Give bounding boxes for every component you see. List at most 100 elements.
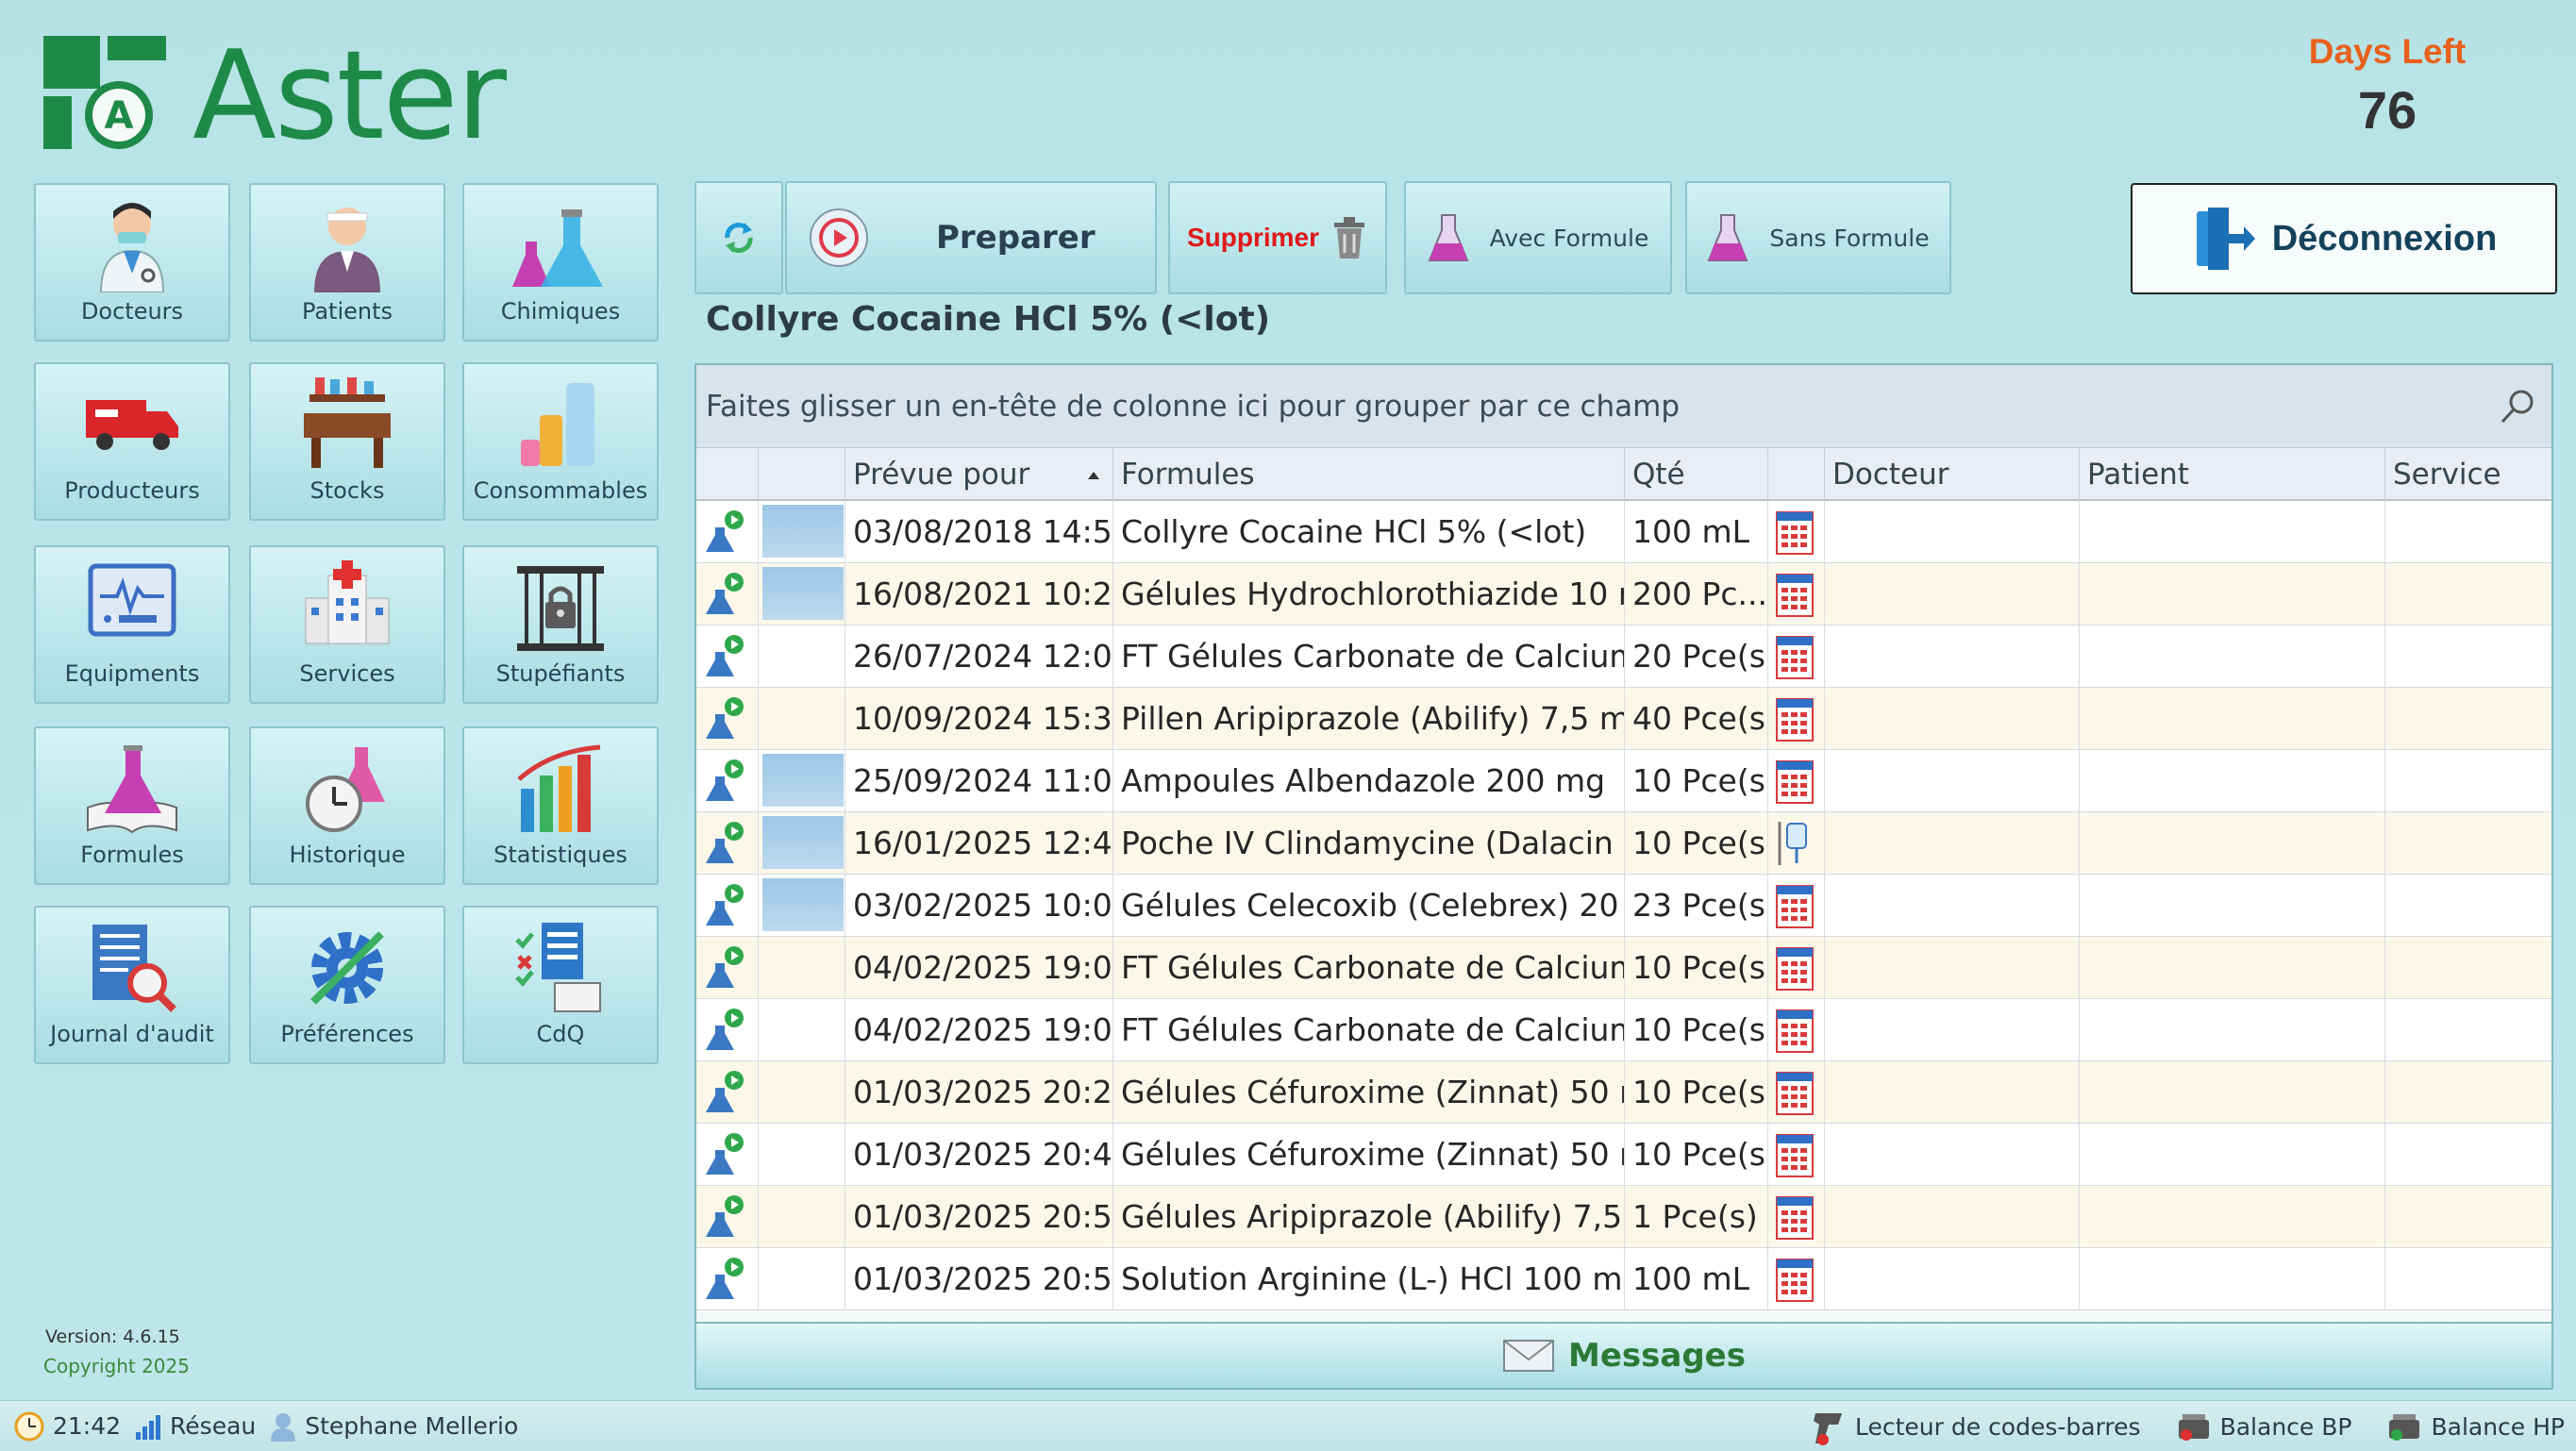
tile-journal-audit[interactable]: Journal d'audit	[34, 906, 230, 1064]
row-type-cell[interactable]	[1768, 625, 1825, 688]
tile-docteurs[interactable]: Docteurs	[34, 183, 230, 342]
header-type-col[interactable]	[1768, 448, 1825, 501]
cell-docteur	[1825, 1186, 2080, 1248]
tile-stupefiants[interactable]: Stupéfiants	[462, 545, 659, 704]
table-row[interactable]: 01/03/2025 20:55 Gélules Aripiprazole (Ab…	[696, 1186, 2551, 1248]
calendar-icon	[1776, 947, 1814, 991]
tile-historique[interactable]: Historique	[249, 726, 445, 885]
table-row[interactable]: 10/09/2024 15:38 Pillen Aripiprazole (Abi…	[696, 688, 2551, 750]
cell-patient	[2080, 625, 2385, 688]
cell-qte: 100 mL	[1625, 501, 1768, 563]
bottles-icon	[521, 383, 594, 466]
sort-ascending-icon	[1088, 472, 1099, 479]
table-row[interactable]: 04/02/2025 19:01 FT Gélules Carbonate de …	[696, 937, 2551, 999]
table-row[interactable]: 16/01/2025 12:48 Poche IV Clindamycine (D…	[696, 812, 2551, 875]
row-action-cell[interactable]	[696, 625, 759, 688]
row-type-cell[interactable]	[1768, 1186, 1825, 1248]
header-prevue-pour[interactable]: Prévue pour	[845, 448, 1113, 501]
cell-prevue-pour: 04/02/2025 19:01	[845, 937, 1113, 999]
supprimer-button[interactable]: Supprimer	[1168, 181, 1387, 294]
tile-label: Docteurs	[80, 298, 184, 325]
table-row[interactable]: 01/03/2025 20:46 Gélules Céfuroxime (Zinn…	[696, 1124, 2551, 1186]
row-type-cell[interactable]	[1768, 688, 1825, 750]
tile-producteurs[interactable]: Producteurs	[34, 362, 230, 521]
row-action-cell[interactable]	[696, 1186, 759, 1248]
table-row[interactable]: 01/03/2025 20:59 Solution Arginine (L-) H…	[696, 1248, 2551, 1310]
flask-icon	[1428, 214, 1469, 261]
group-by-panel[interactable]: Faites glisser un en-tête de colonne ici…	[696, 365, 2551, 448]
row-action-cell[interactable]	[696, 1248, 759, 1310]
row-type-cell[interactable]	[1768, 1124, 1825, 1186]
table-row[interactable]: 25/09/2024 11:02 Ampoules Albendazole 200…	[696, 750, 2551, 812]
scale-icon	[2178, 1414, 2209, 1441]
calendar-icon	[1776, 1196, 1814, 1240]
row-action-cell[interactable]	[696, 688, 759, 750]
row-action-cell[interactable]	[696, 1124, 759, 1186]
status-balance-hp[interactable]: Balance HP	[2385, 1410, 2565, 1443]
row-action-cell[interactable]	[696, 875, 759, 937]
row-type-cell[interactable]	[1768, 875, 1825, 937]
cell-patient	[2080, 501, 2385, 563]
row-type-cell[interactable]	[1768, 812, 1825, 875]
flask-play-icon	[706, 573, 744, 614]
flask-play-icon	[706, 1258, 744, 1299]
row-type-cell[interactable]	[1768, 501, 1825, 563]
row-action-cell[interactable]	[696, 999, 759, 1061]
table-row[interactable]: 03/02/2025 10:03 Gélules Celecoxib (Celeb…	[696, 875, 2551, 937]
header-qte[interactable]: Qté	[1625, 448, 1768, 501]
tile-statistiques[interactable]: Statistiques	[462, 726, 659, 885]
search-icon[interactable]	[2499, 388, 2536, 425]
header-color-col[interactable]	[759, 448, 845, 501]
tile-preferences[interactable]: Préférences	[249, 906, 445, 1064]
cell-qte: 23 Pce(s)	[1625, 875, 1768, 937]
tile-patients[interactable]: Patients	[249, 183, 445, 342]
cell-prevue-pour: 01/03/2025 20:59	[845, 1248, 1113, 1310]
row-type-cell[interactable]	[1768, 563, 1825, 625]
header-icon-col[interactable]	[696, 448, 759, 501]
row-action-cell[interactable]	[696, 812, 759, 875]
tile-cdq[interactable]: CdQ	[462, 906, 659, 1064]
header-patient[interactable]: Patient	[2080, 448, 2385, 501]
days-left-label: Days Left	[2308, 32, 2467, 71]
hospital-icon	[305, 560, 390, 644]
header-docteur[interactable]: Docteur	[1825, 448, 2080, 501]
table-row[interactable]: 16/08/2021 10:27 Gélules Hydrochlorothiaz…	[696, 563, 2551, 625]
header-formules[interactable]: Formules	[1113, 448, 1625, 501]
cell-qte: 10 Pce(s)	[1625, 812, 1768, 875]
row-type-cell[interactable]	[1768, 999, 1825, 1061]
row-color-cell	[759, 563, 845, 625]
status-user[interactable]: Stephane Mellerio	[269, 1411, 518, 1442]
row-action-cell[interactable]	[696, 563, 759, 625]
tile-consommables[interactable]: Consommables	[462, 362, 659, 521]
row-type-cell[interactable]	[1768, 1061, 1825, 1124]
tile-chimiques[interactable]: Chimiques	[462, 183, 659, 342]
table-row[interactable]: 26/07/2024 12:08 FT Gélules Carbonate de …	[696, 625, 2551, 688]
calendar-icon	[1776, 760, 1814, 804]
logout-button[interactable]: Déconnexion	[2131, 183, 2557, 294]
preparer-button[interactable]: Preparer	[785, 181, 1157, 294]
status-network[interactable]: Réseau	[134, 1412, 256, 1440]
tile-equipments[interactable]: Equipments	[34, 545, 230, 704]
table-row[interactable]: 03/08/2018 14:51 Collyre Cocaine HCl 5% (…	[696, 501, 2551, 563]
status-barcode-reader[interactable]: Lecteur de codes-barres	[1810, 1408, 2141, 1445]
row-color-cell	[759, 501, 845, 563]
row-type-cell[interactable]	[1768, 750, 1825, 812]
row-action-cell[interactable]	[696, 937, 759, 999]
row-type-cell[interactable]	[1768, 937, 1825, 999]
table-row[interactable]: 04/02/2025 19:05 FT Gélules Carbonate de …	[696, 999, 2551, 1061]
row-type-cell[interactable]	[1768, 1248, 1825, 1310]
table-row[interactable]: 01/03/2025 20:29 Gélules Céfuroxime (Zinn…	[696, 1061, 2551, 1124]
status-balance-bp[interactable]: Balance BP	[2175, 1410, 2351, 1443]
sans-formule-button[interactable]: Sans Formule	[1685, 181, 1951, 294]
tile-formules[interactable]: Formules	[34, 726, 230, 885]
row-action-cell[interactable]	[696, 1061, 759, 1124]
cell-service	[2385, 1061, 2551, 1124]
refresh-button[interactable]	[694, 181, 783, 294]
tile-services[interactable]: Services	[249, 545, 445, 704]
row-action-cell[interactable]	[696, 750, 759, 812]
row-action-cell[interactable]	[696, 501, 759, 563]
messages-button[interactable]: Messages	[696, 1322, 2551, 1388]
tile-stocks[interactable]: Stocks	[249, 362, 445, 521]
header-service[interactable]: Service	[2385, 448, 2551, 501]
avec-formule-button[interactable]: Avec Formule	[1404, 181, 1672, 294]
